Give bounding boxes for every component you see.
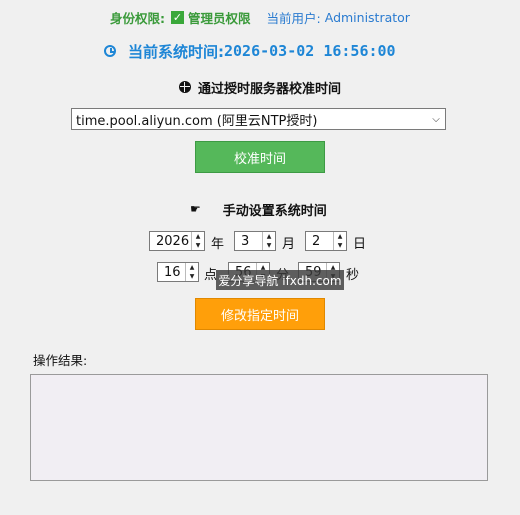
privilege-label: 身份权限:: [110, 10, 165, 26]
privilege-value: 管理员权限: [188, 10, 251, 26]
current-time-value: 2026-03-02 16:56:00: [224, 42, 396, 60]
second-unit: 秒: [346, 268, 360, 283]
manual-title-text: 手动设置系统时间: [222, 203, 327, 219]
ntp-server-select[interactable]: time.pool.aliyun.com (阿里云NTP授时) ⌵: [71, 108, 446, 130]
day-value: 2: [312, 233, 321, 249]
check-icon: ✓: [171, 10, 184, 24]
ntp-section-title: 通过授时服务器校准时间: [179, 78, 342, 97]
globe-icon: [179, 81, 191, 93]
spinner-arrows-icon[interactable]: ▲▼: [262, 232, 275, 250]
month-spinner[interactable]: 3 ▲ ▼: [234, 231, 276, 251]
status-row: 身份权限: ✓ 管理员权限 当前用户: Administrator: [110, 8, 410, 26]
year-value: 2026: [156, 233, 190, 249]
day-spinner[interactable]: 2 ▲ ▼: [305, 231, 347, 251]
ntp-title-text: 通过授时服务器校准时间: [198, 81, 342, 97]
hour-spinner[interactable]: 16 ▲ ▼: [157, 262, 199, 282]
year-unit: 年: [211, 237, 225, 252]
calibrate-button[interactable]: 校准时间: [195, 141, 325, 173]
manual-section-title: ☛ 手动设置系统时间: [190, 200, 327, 219]
current-time-label: 当前系统时间:: [128, 42, 224, 61]
result-label: 操作结果:: [33, 353, 88, 368]
ntp-server-value: time.pool.aliyun.com (阿里云NTP授时): [76, 113, 318, 129]
chevron-down-icon[interactable]: ⌵: [427, 114, 445, 125]
month-value: 3: [241, 233, 250, 249]
current-time-row: 当前系统时间: 2026-03-02 16:56:00: [104, 40, 396, 62]
spinner-arrows-icon[interactable]: ▲▼: [191, 232, 204, 250]
apply-time-button[interactable]: 修改指定时间: [195, 298, 325, 330]
pointing-hand-icon: ☛: [190, 202, 201, 216]
year-spinner[interactable]: 2026 ▲ ▼: [149, 231, 205, 251]
spinner-arrows-icon[interactable]: ▲▼: [185, 263, 198, 281]
spinner-arrows-icon[interactable]: ▲▼: [333, 232, 346, 250]
day-unit: 日: [353, 237, 367, 252]
month-unit: 月: [282, 237, 296, 252]
clock-icon: [104, 45, 116, 57]
user-value: Administrator: [324, 9, 410, 25]
hour-value: 16: [164, 264, 181, 280]
result-textarea[interactable]: [30, 374, 488, 481]
user-label: 当前用户:: [266, 10, 321, 26]
watermark-overlay: 爱分享导航 ifxdh.com: [216, 270, 344, 290]
